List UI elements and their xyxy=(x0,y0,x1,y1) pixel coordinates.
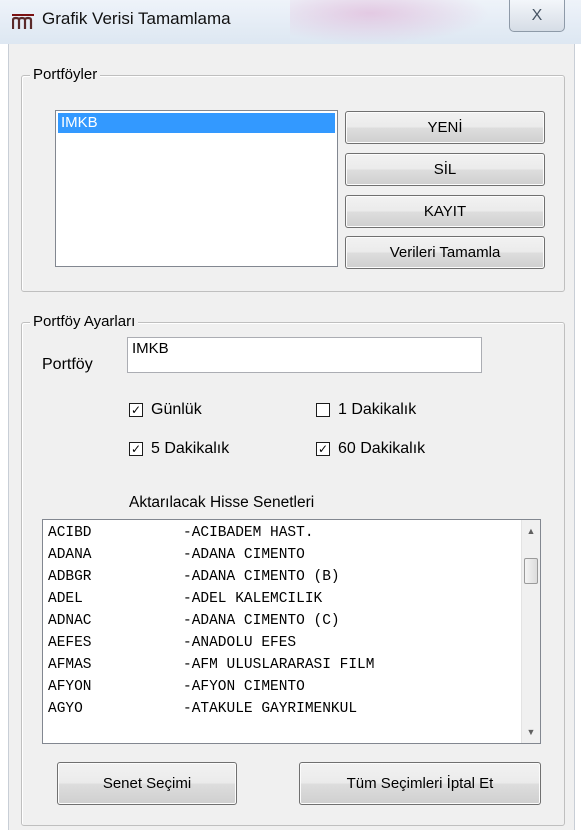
scroll-up-arrow-icon[interactable]: ▲ xyxy=(522,522,540,540)
title-bar: Grafik Verisi Tamamlama X xyxy=(0,0,581,44)
close-icon: X xyxy=(531,6,543,24)
stock-code: ACIBD xyxy=(48,525,92,541)
stock-code: AGYO xyxy=(48,701,83,717)
stock-name: -ADEL KALEMCILIK xyxy=(183,591,323,607)
scroll-down-arrow-icon[interactable]: ▼ xyxy=(522,723,540,741)
daily-checkbox[interactable]: ✓ Günlük xyxy=(129,401,202,419)
title-bar-backdrop xyxy=(290,0,490,44)
checkbox-checked-icon: ✓ xyxy=(316,442,330,456)
one-minute-checkbox[interactable]: 1 Dakikalık xyxy=(316,401,416,419)
portfolio-list[interactable]: IMKB xyxy=(55,110,338,267)
stock-name: -AFM ULUSLARARASI FILM xyxy=(183,657,375,673)
stock-code: AFMAS xyxy=(48,657,92,673)
scrollbar-thumb[interactable] xyxy=(524,558,538,584)
five-minute-checkbox[interactable]: ✓ 5 Dakikalık xyxy=(129,440,229,458)
stock-code: AFYON xyxy=(48,679,92,695)
stock-code: ADANA xyxy=(48,547,92,563)
checkbox-checked-icon: ✓ xyxy=(129,442,143,456)
stock-name: -ADANA CIMENTO (B) xyxy=(183,569,340,585)
one-minute-checkbox-label: 1 Dakikalık xyxy=(338,401,417,418)
stock-selection-button[interactable]: Senet Seçimi xyxy=(57,762,237,805)
save-portfolio-button[interactable]: KAYIT xyxy=(345,195,545,228)
stock-code: AEFES xyxy=(48,635,92,651)
stocks-list-scrollbar[interactable]: ▲ ▼ xyxy=(521,520,540,743)
stock-code: ADNAC xyxy=(48,613,92,629)
delete-portfolio-button[interactable]: SİL xyxy=(345,153,545,186)
stock-name: -ADANA CIMENTO (C) xyxy=(183,613,340,629)
portfolio-settings-group-label: Portföy Ayarları xyxy=(30,313,139,331)
checkbox-checked-icon: ✓ xyxy=(129,403,143,417)
stock-code: ADEL xyxy=(48,591,83,607)
portfolio-list-item[interactable]: IMKB xyxy=(58,113,335,133)
stock-name: -ANADOLU EFES xyxy=(183,635,297,651)
stock-name: -ACIBADEM HAST. xyxy=(183,525,314,541)
daily-checkbox-label: Günlük xyxy=(151,401,202,418)
stocks-list-label: Aktarılacak Hisse Senetleri xyxy=(129,494,315,511)
stock-name: -ATAKULE GAYRIMENKUL xyxy=(183,701,358,717)
stock-name: -AFYON CIMENTO xyxy=(183,679,305,695)
cancel-all-selections-button[interactable]: Tüm Seçimleri İptal Et xyxy=(299,762,541,805)
stock-code: ADBGR xyxy=(48,569,92,585)
portfolio-name-label: Portföy xyxy=(42,356,93,373)
portfolios-group: Portföyler IMKB YENİ SİL KAYIT Verileri … xyxy=(21,66,565,292)
sixty-minute-checkbox-label: 60 Dakikalık xyxy=(338,440,426,457)
stock-name: -ADANA CIMENTO xyxy=(183,547,305,563)
portfolio-name-input[interactable]: IMKB xyxy=(127,337,482,373)
close-button[interactable]: X xyxy=(509,0,565,32)
new-portfolio-button[interactable]: YENİ xyxy=(345,111,545,144)
checkbox-unchecked-icon xyxy=(316,403,330,417)
portfolios-group-label: Portföyler xyxy=(30,66,101,84)
chart-app-icon xyxy=(12,14,34,29)
sixty-minute-checkbox[interactable]: ✓ 60 Dakikalık xyxy=(316,440,425,458)
dialog-body: Portföyler IMKB YENİ SİL KAYIT Verileri … xyxy=(8,44,575,830)
complete-data-button[interactable]: Verileri Tamamla xyxy=(345,236,545,269)
stocks-list[interactable]: ACIBD -ACIBADEM HAST. ADANA -ADANA CIMENTO… xyxy=(42,519,541,744)
five-minute-checkbox-label: 5 Dakikalık xyxy=(151,440,230,457)
window-title: Grafik Verisi Tamamlama xyxy=(42,9,231,28)
